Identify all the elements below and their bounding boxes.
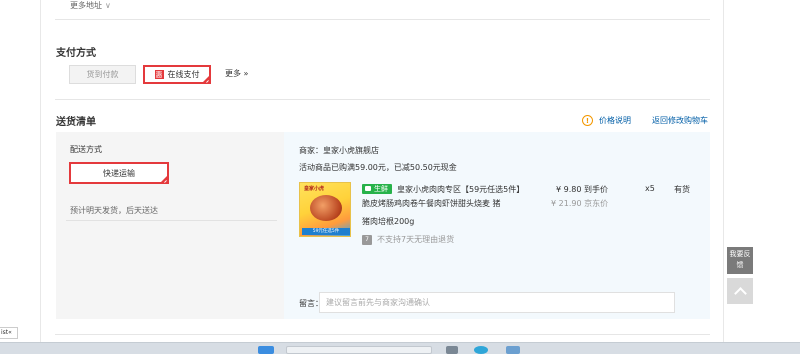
pay-cod-button[interactable]: 货到付款 [69,65,136,84]
divider [66,220,277,221]
discount-icon: 惠 [154,70,164,79]
start-icon[interactable] [258,346,274,354]
quantity: x5 [645,184,655,193]
more-payment-link[interactable]: 更多 » [225,68,248,79]
shop-name[interactable]: 商家：皇家小虎旗舰店 [299,145,379,156]
selected-check-icon [202,75,210,83]
divider [55,19,710,20]
taskbar-app-icon[interactable] [506,346,520,354]
message-input[interactable] [319,292,675,313]
divider [55,334,710,335]
divider [55,99,710,100]
pay-cod-label: 货到付款 [86,70,119,79]
thumb-banner: 59元任选5件 [302,228,350,235]
taskbar [0,342,800,354]
price-note-label: 价格说明 [599,116,631,125]
stock-status: 有货 [674,185,690,194]
price-note-link[interactable]: ! 价格说明 [582,115,631,126]
taskbar-app-icon[interactable] [446,346,458,354]
promo-summary: 活动商品已购满59.00元，已减50.50元现金 [299,163,457,172]
original-price: ¥ 21.90 京东价 [551,199,609,208]
taskbar-search-box[interactable] [286,346,432,354]
no-return-icon: 7 [362,234,372,245]
thumb-brand: 皇家小虎 [304,186,325,192]
express-shipping-label: 快递运输 [103,168,135,178]
fresh-tag: 生鲜 [362,184,392,194]
no-return-label: 不支持7天无理由退货 [377,235,455,244]
collapsed-tab[interactable]: ist« [0,327,18,339]
pay-online-button[interactable]: 惠 在线支付 [143,65,211,84]
back-to-cart-link[interactable]: 返回修改购物车 [652,115,708,126]
chevron-down-icon: ∨ [105,1,111,10]
product-image [310,195,342,221]
more-address-label: 更多地址 [70,1,102,10]
pay-online-label: 在线支付 [167,70,200,79]
feedback-button[interactable]: 我要反馈 [727,247,753,274]
back-to-top-button[interactable] [727,278,753,304]
final-price: ¥ 9.80 到手价 [556,185,608,194]
browser-icon[interactable] [474,346,488,354]
express-shipping-button[interactable]: 快递运输 [69,162,169,184]
selected-check-icon [160,175,168,183]
no-return-notice: 7 不支持7天无理由退货 [362,234,454,245]
info-icon: ! [582,115,593,126]
delivery-title: 送货清单 [56,117,96,128]
payment-title: 支付方式 [56,48,96,59]
product-thumbnail[interactable]: 皇家小虎 59元任选5件 [299,182,351,237]
shipping-method-label: 配送方式 [70,145,102,154]
product-title[interactable]: 生鲜 皇家小虎肉肉专区【59元任选5件】脆皮烤肠鸡肉卷午餐肉虾饼甜头烧麦 猪 [362,183,532,211]
more-address-link[interactable]: 更多地址 ∨ [70,0,111,11]
shipping-estimate: 预计明天发货，后天送达 [70,206,158,215]
shipping-panel [56,132,284,319]
product-spec: 猪肉培根200g [362,217,415,226]
